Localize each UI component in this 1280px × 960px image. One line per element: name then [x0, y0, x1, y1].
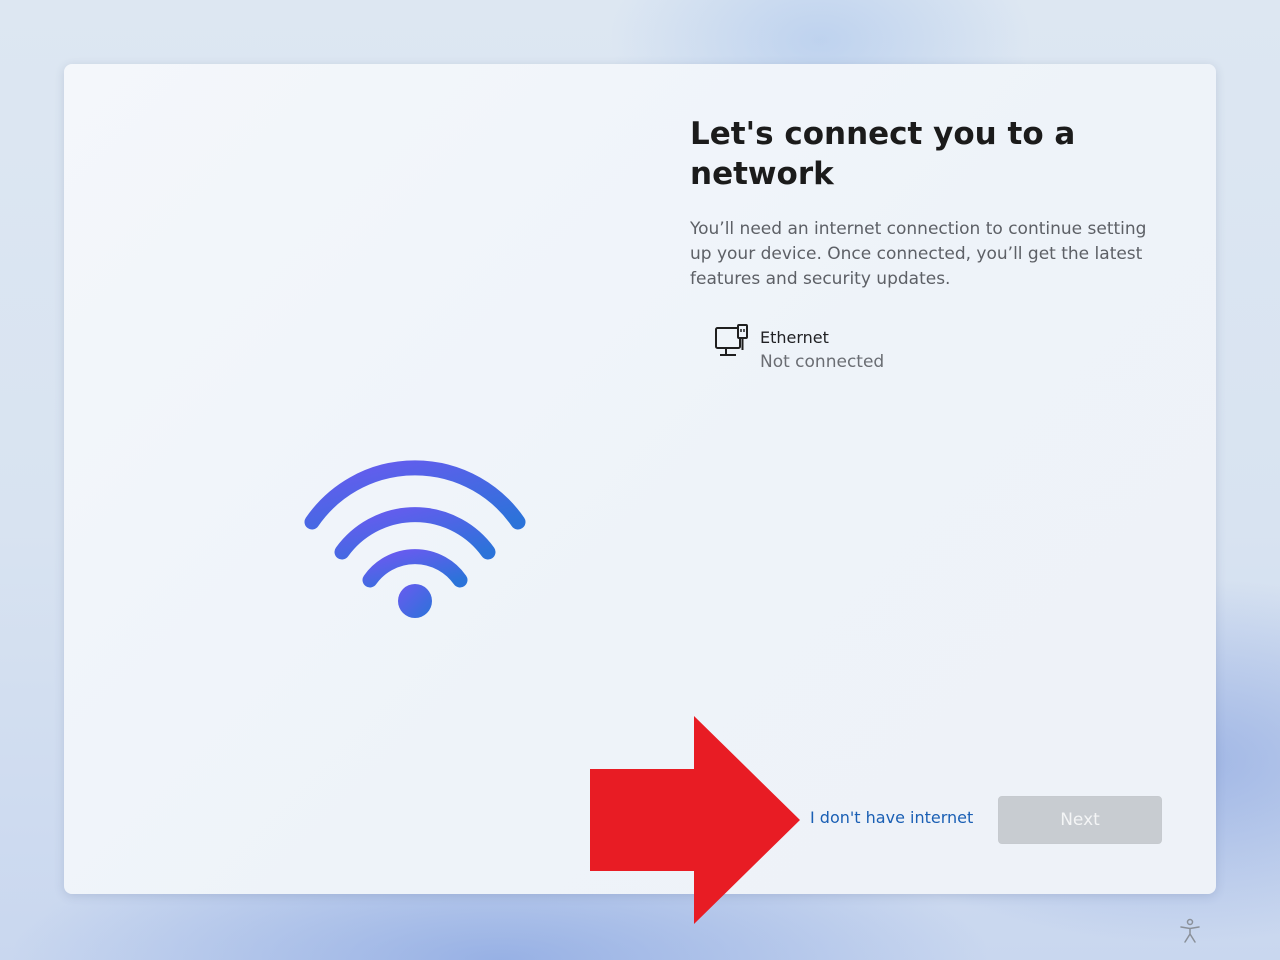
accessibility-icon[interactable] [1178, 918, 1202, 944]
wifi-icon [304, 460, 526, 618]
page-title: Let's connect you to a network [690, 116, 1076, 192]
page-description: You’ll need an internet connection to co… [690, 219, 1147, 289]
network-item-ethernet[interactable]: Ethernet Not connected [710, 322, 1010, 380]
network-status: Not connected [760, 352, 885, 372]
no-internet-link[interactable]: I don't have internet [810, 808, 973, 827]
ethernet-icon [715, 324, 748, 356]
red-arrow-icon [590, 716, 800, 924]
next-button[interactable]: Next [998, 796, 1162, 844]
network-name: Ethernet [760, 328, 829, 347]
